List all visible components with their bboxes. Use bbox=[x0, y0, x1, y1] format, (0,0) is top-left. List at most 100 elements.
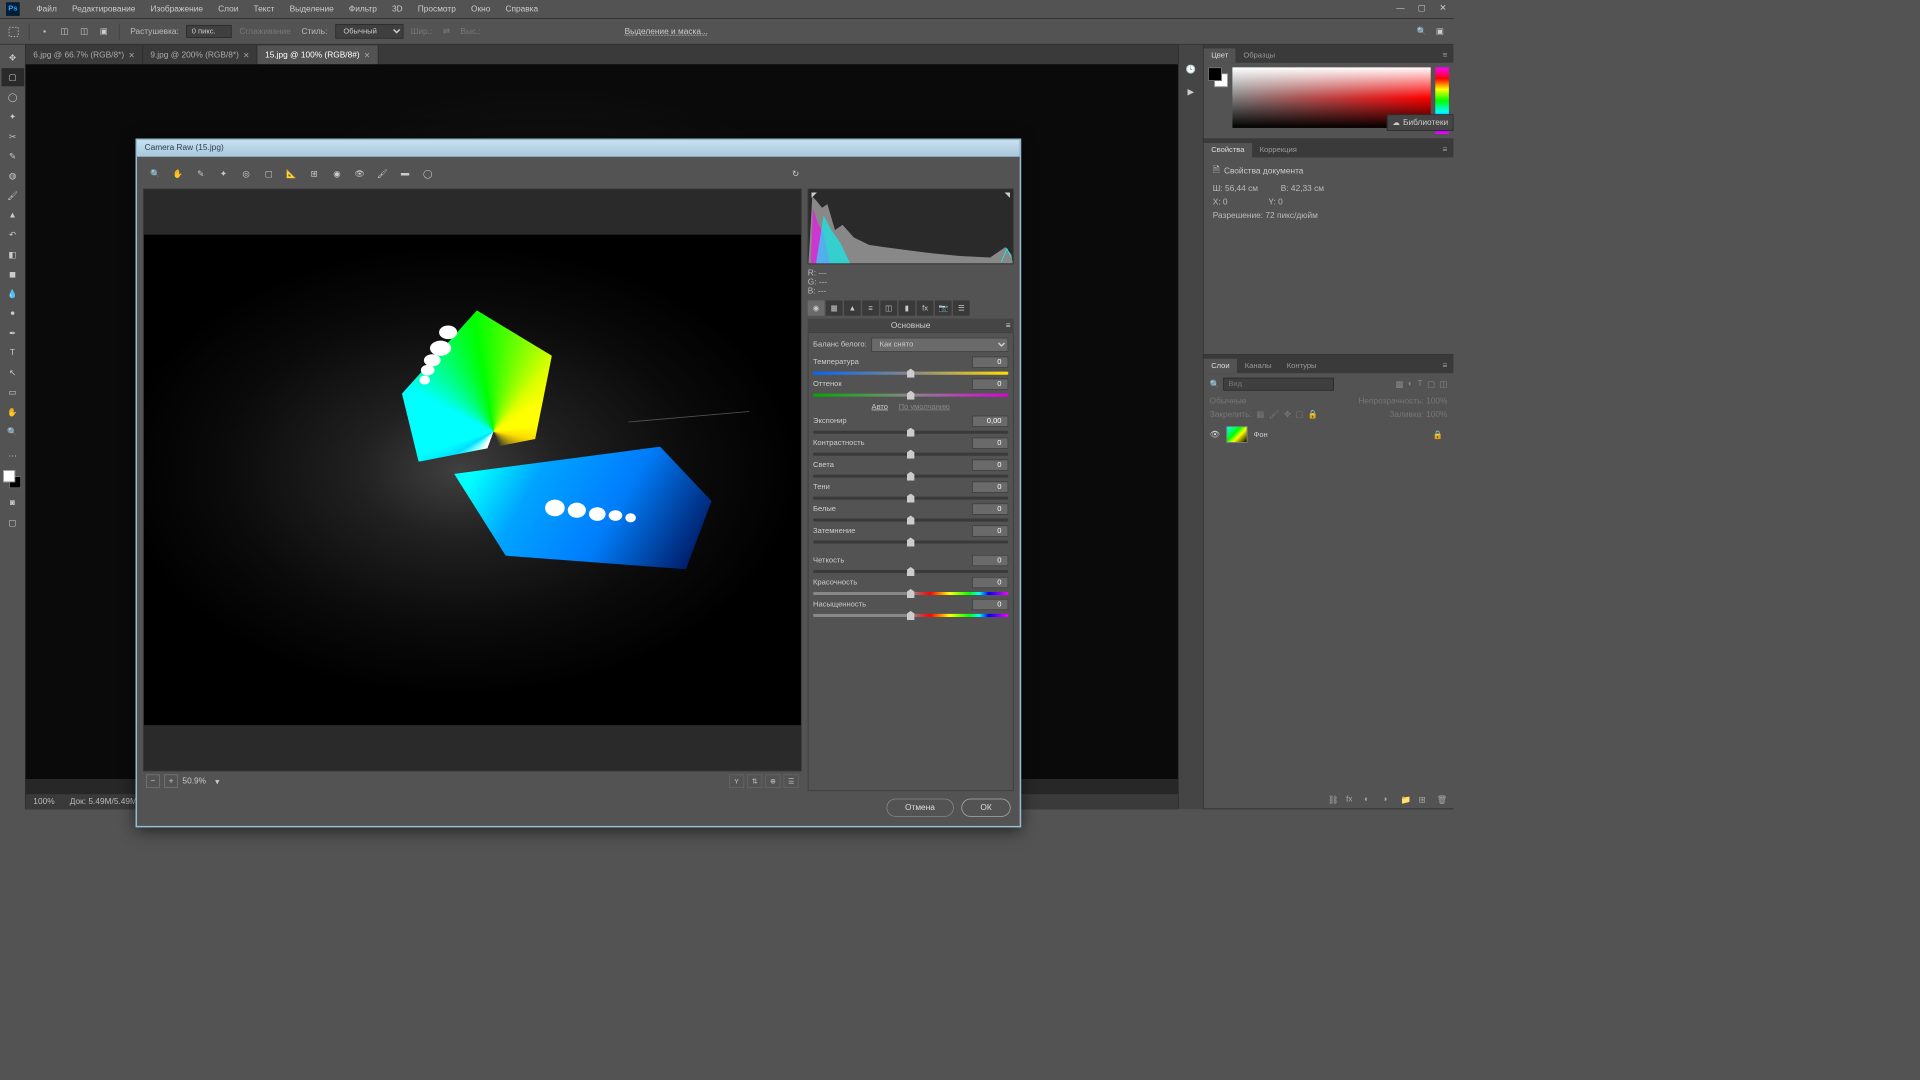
filter-smart-icon[interactable]: ◫ bbox=[1440, 379, 1448, 389]
menu-Слои[interactable]: Слои bbox=[211, 5, 246, 14]
lock-icon[interactable]: 🔒 bbox=[1308, 410, 1318, 420]
minimize-icon[interactable]: — bbox=[1390, 2, 1411, 17]
filter-type-icon[interactable]: T bbox=[1417, 379, 1422, 389]
cr-zoom-out[interactable]: − bbox=[146, 774, 160, 788]
cr-copy-icon[interactable]: ⊕ bbox=[765, 774, 780, 788]
healing-tool[interactable]: ◍ bbox=[1, 167, 24, 185]
cr-tab-presets[interactable]: ☰ bbox=[953, 301, 970, 316]
fx-icon[interactable]: fx bbox=[1346, 795, 1357, 806]
highlights-slider[interactable] bbox=[813, 473, 1008, 479]
zoom-tool[interactable]: 🔍 bbox=[1, 422, 24, 440]
delete-layer-icon[interactable]: 🗑 bbox=[1437, 795, 1448, 806]
tab-paths[interactable]: Контуры bbox=[1279, 359, 1324, 373]
tab-channels[interactable]: Каналы bbox=[1237, 359, 1279, 373]
eraser-tool[interactable]: ◧ bbox=[1, 245, 24, 263]
feather-input[interactable] bbox=[186, 25, 231, 38]
cr-tab-detail[interactable]: ▲ bbox=[844, 301, 861, 316]
filter-pixel-icon[interactable]: ▩ bbox=[1395, 379, 1403, 389]
color-foreground-background[interactable] bbox=[1208, 67, 1228, 87]
cr-hand-tool[interactable]: ✋ bbox=[169, 164, 187, 182]
cr-redeye-tool[interactable]: 👁 bbox=[350, 164, 368, 182]
layers-menu-icon[interactable]: ≡ bbox=[1436, 358, 1453, 373]
cr-tab-split[interactable]: ◫ bbox=[880, 301, 897, 316]
layer-row[interactable]: 👁 Фон 🔒 bbox=[1207, 423, 1451, 446]
visibility-icon[interactable]: 👁 bbox=[1210, 429, 1221, 440]
canvas[interactable]: Camera Raw (15.jpg) 🔍 ✋ ✎ ✦ ◎ ▢ 📐 ⊞ ◉ bbox=[26, 64, 1178, 794]
adjustment-icon[interactable]: ◑ bbox=[1382, 795, 1393, 806]
menu-Текст[interactable]: Текст bbox=[246, 5, 282, 14]
clarity-value[interactable]: 0 bbox=[972, 555, 1008, 566]
cr-before-after-icon[interactable]: Y bbox=[729, 774, 744, 788]
actions-panel-icon[interactable]: ▶ bbox=[1182, 83, 1200, 101]
tab-swatches[interactable]: Образцы bbox=[1236, 48, 1283, 62]
cr-tab-lens[interactable]: ▮ bbox=[899, 301, 916, 316]
menu-3D[interactable]: 3D bbox=[384, 5, 410, 14]
blacks-value[interactable]: 0 bbox=[972, 525, 1008, 536]
menu-Справка[interactable]: Справка bbox=[498, 5, 546, 14]
history-panel-icon[interactable]: 🕓 bbox=[1182, 60, 1200, 78]
workspace-icon[interactable]: ▣ bbox=[1432, 24, 1447, 39]
lock-position-icon[interactable]: ✥ bbox=[1284, 410, 1291, 420]
cr-tab-camera[interactable]: 📷 bbox=[935, 301, 952, 316]
filter-icon[interactable]: 🔍 bbox=[1210, 379, 1220, 389]
highlight-clip-icon[interactable]: ◥ bbox=[1005, 191, 1010, 199]
menu-Выделение[interactable]: Выделение bbox=[282, 5, 341, 14]
history-brush-tool[interactable]: ↶ bbox=[1, 226, 24, 244]
edit-toolbar[interactable]: ⋯ bbox=[1, 447, 24, 465]
new-selection-icon[interactable]: ▪ bbox=[37, 24, 52, 39]
menu-Изображение[interactable]: Изображение bbox=[143, 5, 211, 14]
whites-value[interactable]: 0 bbox=[972, 503, 1008, 514]
tab-adjustments[interactable]: Коррекция bbox=[1252, 143, 1304, 157]
cr-swap-icon[interactable]: ⇅ bbox=[747, 774, 762, 788]
cr-gradient-tool[interactable]: ▬ bbox=[396, 164, 414, 182]
temp-value[interactable]: 0 bbox=[972, 357, 1008, 368]
blur-tool[interactable]: 💧 bbox=[1, 285, 24, 303]
wb-select[interactable]: Как снято bbox=[871, 338, 1008, 352]
document-tab[interactable]: 9.jpg @ 200% (RGB/8*)× bbox=[143, 45, 258, 64]
tab-properties[interactable]: Свойства bbox=[1204, 143, 1252, 157]
move-tool[interactable]: ✥ bbox=[1, 48, 24, 66]
tab-close-icon[interactable]: × bbox=[243, 49, 249, 60]
color-swatches[interactable] bbox=[1, 470, 24, 493]
gradient-tool[interactable]: ◼ bbox=[1, 265, 24, 283]
temp-slider[interactable] bbox=[813, 370, 1008, 376]
marquee-tool-icon[interactable] bbox=[6, 24, 21, 39]
lasso-tool[interactable]: ◯ bbox=[1, 88, 24, 106]
blacks-slider[interactable] bbox=[813, 539, 1008, 545]
maximize-icon[interactable]: ▢ bbox=[1411, 2, 1432, 17]
document-tab[interactable]: 15.jpg @ 100% (RGB/8#)× bbox=[257, 45, 378, 64]
eyedropper-tool[interactable]: ✎ bbox=[1, 147, 24, 165]
search-icon[interactable]: 🔍 bbox=[1414, 24, 1429, 39]
vibrance-value[interactable]: 0 bbox=[972, 577, 1008, 588]
clarity-slider[interactable] bbox=[813, 569, 1008, 575]
exposure-slider[interactable] bbox=[813, 429, 1008, 435]
cr-panel-menu-icon[interactable]: ≡ bbox=[1006, 321, 1011, 330]
shadow-clip-icon[interactable]: ◤ bbox=[812, 191, 817, 199]
style-select[interactable]: Обычный bbox=[335, 24, 403, 38]
auto-link[interactable]: Авто bbox=[872, 403, 889, 411]
menu-Окно[interactable]: Окно bbox=[463, 5, 497, 14]
menu-Файл[interactable]: Файл bbox=[29, 5, 65, 14]
lock-all-icon[interactable]: ▦ bbox=[1256, 410, 1264, 420]
group-icon[interactable]: 📁 bbox=[1400, 795, 1411, 806]
cr-tab-hsl[interactable]: ≡ bbox=[862, 301, 879, 316]
lock-artboard-icon[interactable]: ▢ bbox=[1295, 410, 1303, 420]
cr-rotate-icon[interactable]: ↻ bbox=[787, 164, 805, 182]
document-tab[interactable]: 6.jpg @ 66.7% (RGB/8*)× bbox=[26, 45, 143, 64]
highlights-value[interactable]: 0 bbox=[972, 459, 1008, 470]
shadows-value[interactable]: 0 bbox=[972, 481, 1008, 492]
whites-slider[interactable] bbox=[813, 517, 1008, 523]
layer-lock-icon[interactable]: 🔒 bbox=[1432, 430, 1442, 440]
link-layers-icon[interactable]: ⛓ bbox=[1328, 795, 1339, 806]
lock-pixels-icon[interactable]: 🖌 bbox=[1269, 410, 1280, 420]
cr-menu-icon[interactable]: ☰ bbox=[783, 774, 798, 788]
saturation-slider[interactable] bbox=[813, 612, 1008, 618]
cr-preview[interactable] bbox=[143, 188, 802, 771]
tab-color[interactable]: Цвет bbox=[1204, 48, 1236, 62]
cr-zoom-in[interactable]: + bbox=[164, 774, 178, 788]
cr-tab-curve[interactable]: ▦ bbox=[826, 301, 843, 316]
fill-value[interactable]: 100% bbox=[1426, 410, 1447, 419]
cr-zoom-tool[interactable]: 🔍 bbox=[146, 164, 164, 182]
intersect-selection-icon[interactable]: ▣ bbox=[96, 24, 111, 39]
crop-tool[interactable]: ✂ bbox=[1, 127, 24, 145]
